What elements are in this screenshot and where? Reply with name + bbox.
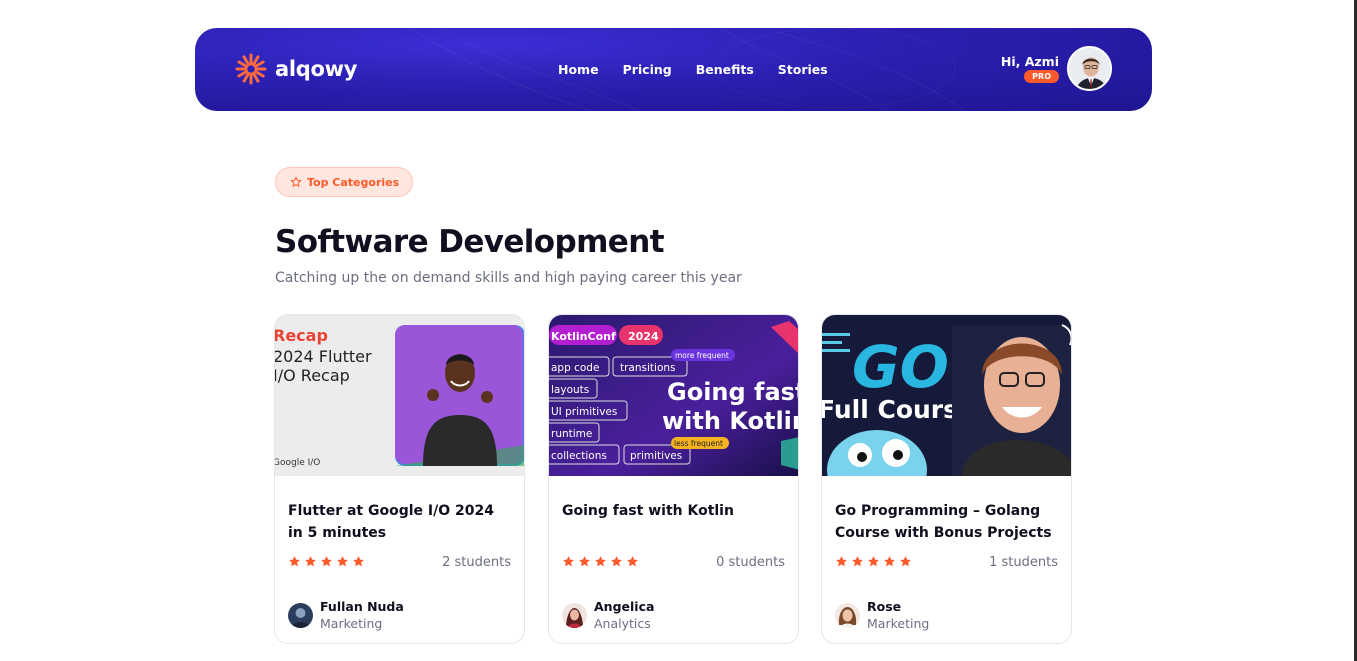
chip-ui-primitives: UI primitives xyxy=(551,406,617,418)
section-title: Software Development xyxy=(275,224,665,260)
mentor-info: Fullan Nuda Marketing xyxy=(288,599,404,631)
mentor-text: Angelica Analytics xyxy=(594,599,654,631)
pro-badge: PRO xyxy=(1024,70,1059,83)
chip-layouts: layouts xyxy=(551,384,589,396)
mentor-role: Analytics xyxy=(594,616,651,631)
thumb-headline-2: with Kotlin xyxy=(662,407,798,435)
rating-stars xyxy=(835,555,912,568)
nav-pricing[interactable]: Pricing xyxy=(623,62,672,77)
student-count: 0 students xyxy=(716,555,785,570)
course-title[interactable]: Flutter at Google I/O 2024 in 5 minutes xyxy=(288,500,513,544)
student-count: 1 students xyxy=(989,555,1058,570)
star-icon xyxy=(321,556,332,567)
star-icon xyxy=(627,556,638,567)
star-icon xyxy=(884,556,895,567)
section-subtitle: Catching up the on demand skills and hig… xyxy=(275,270,742,286)
nav-home[interactable]: Home xyxy=(558,62,599,77)
rating-stars xyxy=(562,555,639,568)
star-icon xyxy=(852,556,863,567)
chip-runtime: runtime xyxy=(551,428,592,440)
thumb-tag-year: 2024 xyxy=(628,330,659,343)
mentor-avatar xyxy=(562,602,587,628)
mentor-role: Marketing xyxy=(867,616,930,631)
user-avatar-image xyxy=(1069,48,1110,89)
thumb-less-frequent: less frequent xyxy=(674,439,723,448)
nav-benefits[interactable]: Benefits xyxy=(696,62,754,77)
star-icon xyxy=(868,556,879,567)
flutter-recap-thumbnail: Recap 2024 Flutter I/O Recap Google I/O xyxy=(275,315,524,476)
course-thumbnail[interactable]: GO Full Course xyxy=(822,315,1071,476)
mentor-name: Angelica xyxy=(594,599,655,614)
star-icon xyxy=(353,556,364,567)
mentor-name: Fullan Nuda xyxy=(320,599,404,614)
badge-label: Top Categories xyxy=(307,175,400,189)
course-title[interactable]: Going fast with Kotlin xyxy=(562,500,787,522)
mentor-text: Fullan Nuda Marketing xyxy=(320,599,404,631)
star-outline-icon xyxy=(290,176,302,187)
rating-stars xyxy=(288,555,365,568)
mentor-info: Angelica Analytics xyxy=(562,599,654,631)
thumb-go-word: GO xyxy=(852,333,949,401)
mentor-role: Marketing xyxy=(320,616,383,631)
kotlin-thumbnail: KotlinConf 2024 app code transitions lay… xyxy=(549,315,798,476)
star-icon xyxy=(289,556,300,567)
user-menu[interactable]: Hi, Azmi PRO xyxy=(1001,46,1112,91)
star-icon xyxy=(595,556,606,567)
course-card[interactable]: Recap 2024 Flutter I/O Recap Google I/O … xyxy=(274,314,525,644)
star-icon xyxy=(305,556,316,567)
brand-logo[interactable]: alqowy xyxy=(235,53,357,85)
mentor-avatar xyxy=(835,602,860,628)
mentor-avatar xyxy=(288,602,313,628)
thumb-recap-word: Recap xyxy=(275,326,328,345)
chip-app-code: app code xyxy=(551,362,599,374)
course-card[interactable]: GO Full Course Go Programming – Golang C… xyxy=(821,314,1072,644)
course-thumbnail[interactable]: Recap 2024 Flutter I/O Recap Google I/O xyxy=(275,315,524,476)
star-icon xyxy=(563,556,574,567)
top-categories-badge: Top Categories xyxy=(275,167,414,197)
star-icon xyxy=(900,556,911,567)
chip-primitives: primitives xyxy=(630,450,682,462)
logo-text: alqowy xyxy=(275,57,358,81)
nav-stories[interactable]: Stories xyxy=(778,62,828,77)
sunburst-logo-icon xyxy=(235,53,267,85)
course-thumbnail[interactable]: KotlinConf 2024 app code transitions lay… xyxy=(549,315,798,476)
star-icon xyxy=(579,556,590,567)
user-meta: Hi, Azmi PRO xyxy=(1001,54,1059,83)
thumb-tag-kotlinconf: KotlinConf xyxy=(551,330,616,343)
top-navbar: alqowy Home Pricing Benefits Stories Hi,… xyxy=(195,28,1152,111)
mentor-name: Rose xyxy=(867,599,902,614)
thumb-more-frequent: more frequent xyxy=(675,351,729,360)
chip-collections: collections xyxy=(551,450,607,462)
thumb-line-3: I/O Recap xyxy=(275,366,350,385)
mentor-text: Rose Marketing xyxy=(867,599,929,631)
student-count: 2 students xyxy=(442,555,511,570)
main-nav: Home Pricing Benefits Stories xyxy=(558,62,828,77)
thumb-footer: Google I/O xyxy=(275,458,320,468)
user-greeting: Hi, Azmi xyxy=(1000,54,1059,69)
course-title[interactable]: Go Programming – Golang Course with Bonu… xyxy=(835,500,1060,544)
course-card[interactable]: KotlinConf 2024 app code transitions lay… xyxy=(548,314,799,644)
thumb-line-2: 2024 Flutter xyxy=(275,347,372,366)
thumb-headline-1: Going fast xyxy=(667,378,798,406)
mentor-info: Rose Marketing xyxy=(835,599,929,631)
chip-transitions: transitions xyxy=(620,362,676,374)
star-icon xyxy=(611,556,622,567)
star-icon xyxy=(836,556,847,567)
user-avatar[interactable] xyxy=(1067,46,1112,91)
star-icon xyxy=(337,556,348,567)
golang-thumbnail: GO Full Course xyxy=(822,315,1071,476)
